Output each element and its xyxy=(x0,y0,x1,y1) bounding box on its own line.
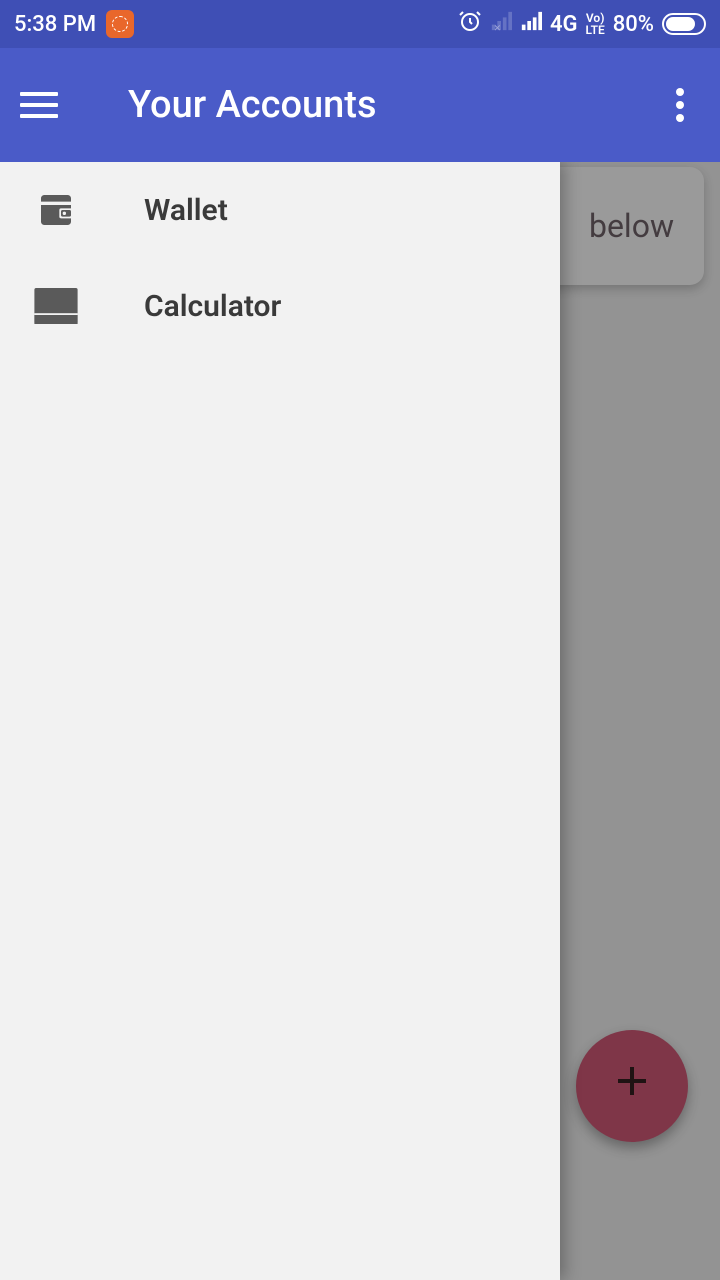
wallet-icon xyxy=(34,188,78,232)
signal-icon xyxy=(520,10,542,38)
signal-weak-icon: ✕ xyxy=(490,10,512,38)
notification-app-icon xyxy=(106,10,134,38)
more-options-button[interactable] xyxy=(660,85,700,125)
navigation-drawer: Wallet Calculator xyxy=(0,162,560,1280)
status-right: ✕ 4G Vo) LTE 80% xyxy=(458,9,706,39)
network-type: 4G xyxy=(550,12,578,37)
svg-text:✕: ✕ xyxy=(494,24,502,32)
status-time: 5:38 PM xyxy=(14,12,96,37)
battery-percent: 80% xyxy=(613,12,654,37)
drawer-item-label: Calculator xyxy=(144,289,281,324)
menu-button[interactable] xyxy=(20,85,60,125)
alarm-icon xyxy=(458,9,482,39)
app-bar: Your Accounts xyxy=(0,48,720,162)
volte-indicator: Vo) LTE xyxy=(586,12,605,36)
drawer-item-calculator[interactable]: Calculator xyxy=(0,258,560,354)
battery-icon xyxy=(662,13,706,35)
drawer-item-wallet[interactable]: Wallet xyxy=(0,162,560,258)
drawer-item-label: Wallet xyxy=(144,193,228,228)
page-title: Your Accounts xyxy=(128,83,377,127)
status-left: 5:38 PM xyxy=(14,10,134,38)
calculator-icon xyxy=(34,284,78,328)
status-bar: 5:38 PM ✕ 4G Vo) LTE xyxy=(0,0,720,48)
